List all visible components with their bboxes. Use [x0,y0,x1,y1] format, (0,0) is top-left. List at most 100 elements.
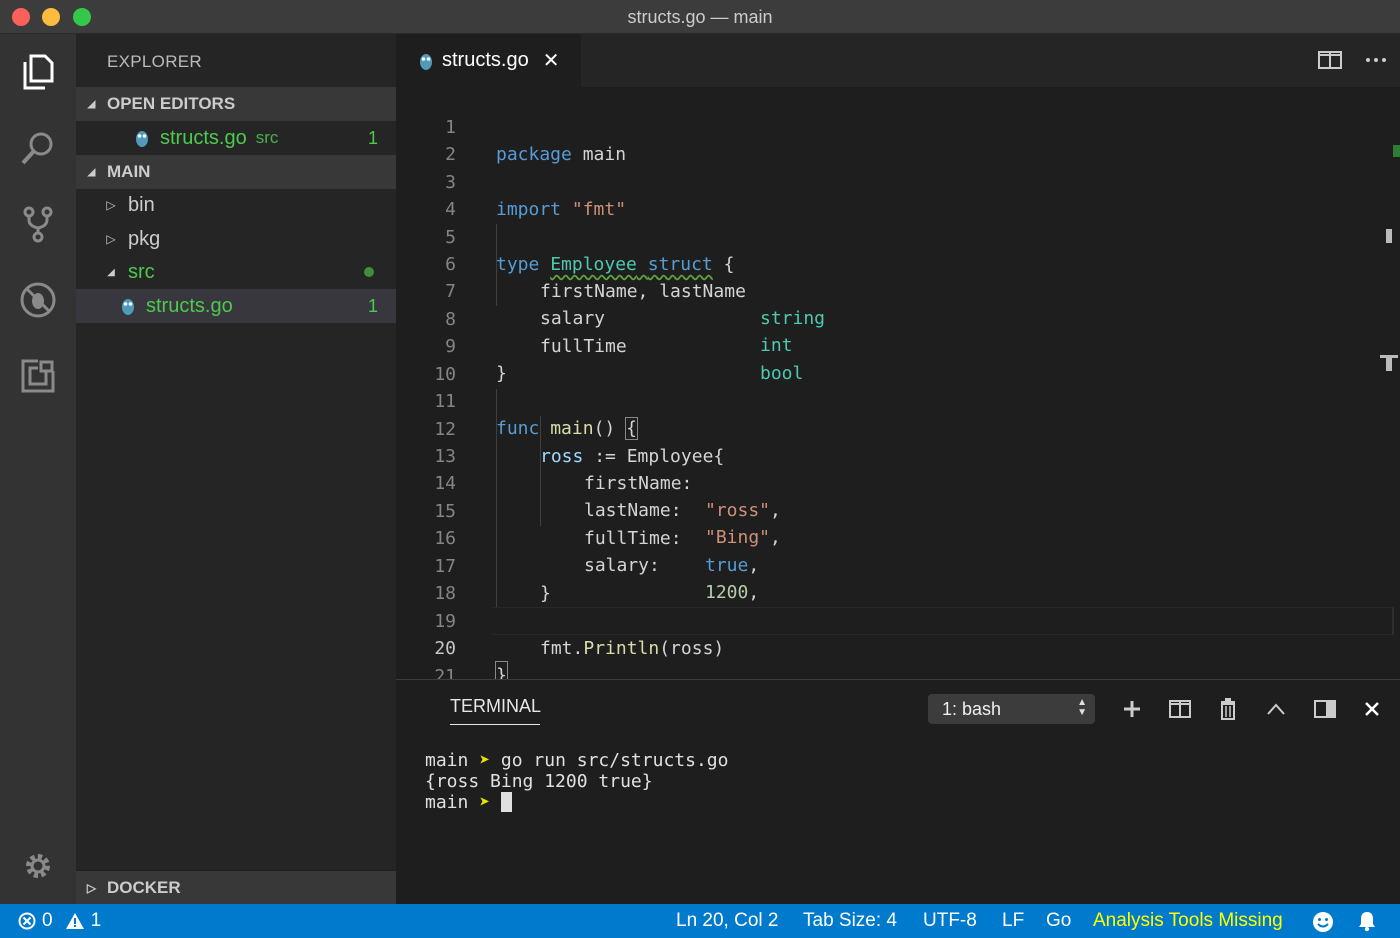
tree-file-structs-go[interactable]: structs.go 1 [76,289,396,323]
editor-tab-bar: structs.go ✕ [396,34,1400,87]
analysis-tools-warning[interactable]: Analysis Tools Missing [1093,910,1283,932]
debug-icon[interactable] [14,276,62,324]
problems-count-badge: 1 [368,128,378,149]
go-file-icon [418,51,434,71]
settings-gear-icon[interactable] [14,842,62,890]
tab-label: structs.go [442,49,529,72]
caret-down-icon: ◢ [76,167,107,178]
file-encoding[interactable]: UTF-8 [923,910,977,932]
docker-section-header[interactable]: ▷ DOCKER [76,870,396,904]
go-file-icon [134,128,150,148]
overview-ruler-marker [1386,229,1392,243]
code-line: 15 fullTime: true, [396,471,1396,498]
error-icon [18,912,36,930]
overview-ruler-change-marker [1393,145,1400,157]
tree-item-label: bin [128,194,155,217]
caret-right-icon: ▷ [104,198,118,212]
code-line: 6 firstName, lastName string [396,224,1396,251]
code-line: 17 } [396,526,1396,553]
source-control-icon[interactable] [14,200,62,248]
tree-folder-src[interactable]: ◢ src [76,255,396,289]
code-line: 1 package main [396,87,1396,114]
tree-item-label: pkg [128,228,160,251]
code-line: 13 firstName: "ross", [396,416,1396,443]
select-arrows-icon: ▲▼ [1077,698,1087,718]
notifications-bell-icon[interactable] [1357,910,1377,932]
code-line: 5 type Employee struct { [396,197,1396,224]
editor-actions [1318,50,1388,70]
extensions-icon[interactable] [14,352,62,400]
open-editors-label: OPEN EDITORS [107,94,235,114]
activity-bar [0,34,76,904]
code-line: 20 } [396,608,1396,635]
tree-item-label: src [128,261,155,284]
tab-structs-go[interactable]: structs.go ✕ [396,34,581,87]
overview-ruler-marker [1386,357,1392,371]
code-line: 18 [396,553,1396,580]
terminal-command [490,792,501,813]
split-editor-icon[interactable] [1318,50,1342,70]
code-line: 14 lastName: "Bing", [396,443,1396,470]
toggle-panel-position-icon[interactable] [1312,696,1338,722]
code-line: 2 [396,114,1396,141]
terminal-cursor [501,792,512,812]
open-editor-item-structs-go[interactable]: structs.go src 1 [76,121,396,155]
more-actions-icon[interactable] [1364,50,1388,70]
terminal-panel: TERMINAL 1: bash ▲▼ main ➤ go run src/st… [396,679,1400,904]
open-editors-header[interactable]: ◢ OPEN EDITORS [76,87,396,121]
status-bar: 0 1 Ln 20, Col 2 Tab Size: 4 UTF-8 LF Go… [0,904,1400,938]
code-line: 19 fmt.Println(ross) [396,581,1396,608]
explorer-title: EXPLORER [107,52,202,72]
terminal-shell-value: 1: bash [942,699,1001,720]
trash-icon[interactable] [1215,696,1241,722]
terminal-command: go run src/structs.go [490,750,728,771]
git-modified-dot [364,267,374,277]
explorer-icon[interactable] [14,48,62,96]
go-file-icon [120,296,136,316]
title-bar: structs.go — main [0,0,1400,34]
workspace-header-main[interactable]: ◢ MAIN [76,155,396,189]
active-tab-indicator [450,724,540,725]
terminal-output-line: {ross Bing 1200 true} [425,771,653,792]
split-terminal-icon[interactable] [1167,696,1193,722]
tree-item-label: structs.go [146,295,233,318]
code-line: 8 fullTime bool [396,279,1396,306]
terminal-prompt: main [425,792,468,813]
close-panel-icon[interactable] [1359,696,1385,722]
code-line: 21 [396,636,1396,663]
prompt-arrow-icon: ➤ [479,792,490,813]
line-ending[interactable]: LF [1002,910,1024,932]
terminal-shell-select[interactable]: 1: bash ▲▼ [928,694,1095,724]
code-line: 10 [396,334,1396,361]
search-icon[interactable] [14,124,62,172]
code-line: 4 [396,169,1396,196]
open-editor-folder: src [256,128,279,148]
code-editor[interactable]: 1 package main 2 3 import "fmt" 4 5 type… [396,87,1400,679]
new-terminal-icon[interactable] [1119,696,1145,722]
code-line: 7 salary int [396,251,1396,278]
language-mode[interactable]: Go [1046,910,1071,932]
feedback-smiley-icon[interactable] [1312,911,1334,933]
caret-down-icon: ◢ [76,99,107,110]
warning-count: 1 [91,910,102,932]
terminal-prompt: main [425,750,468,771]
caret-right-icon: ▷ [76,881,107,895]
docker-label: DOCKER [107,878,181,898]
tree-folder-bin[interactable]: ▷ bin [76,188,396,222]
prompt-arrow-icon: ➤ [479,750,490,771]
workspace-label: MAIN [107,162,150,182]
terminal-output[interactable]: main ➤ go run src/structs.go {ross Bing … [425,750,728,813]
open-editor-filename: structs.go [160,127,247,150]
tab-terminal[interactable]: TERMINAL [450,696,541,717]
tab-size[interactable]: Tab Size: 4 [803,910,897,932]
tree-folder-pkg[interactable]: ▷ pkg [76,222,396,256]
explorer-sidebar: EXPLORER ◢ OPEN EDITORS structs.go src 1… [76,34,396,904]
caret-right-icon: ▷ [104,232,118,246]
code-line: 11 func main() { [396,361,1396,388]
cursor-position[interactable]: Ln 20, Col 2 [676,910,778,932]
tab-close-icon[interactable]: ✕ [543,48,560,73]
caret-down-icon: ◢ [104,267,118,278]
problems-status[interactable]: 0 1 [18,910,101,932]
maximize-panel-chevron-up-icon[interactable] [1263,696,1289,722]
window-title: structs.go — main [0,7,1400,28]
